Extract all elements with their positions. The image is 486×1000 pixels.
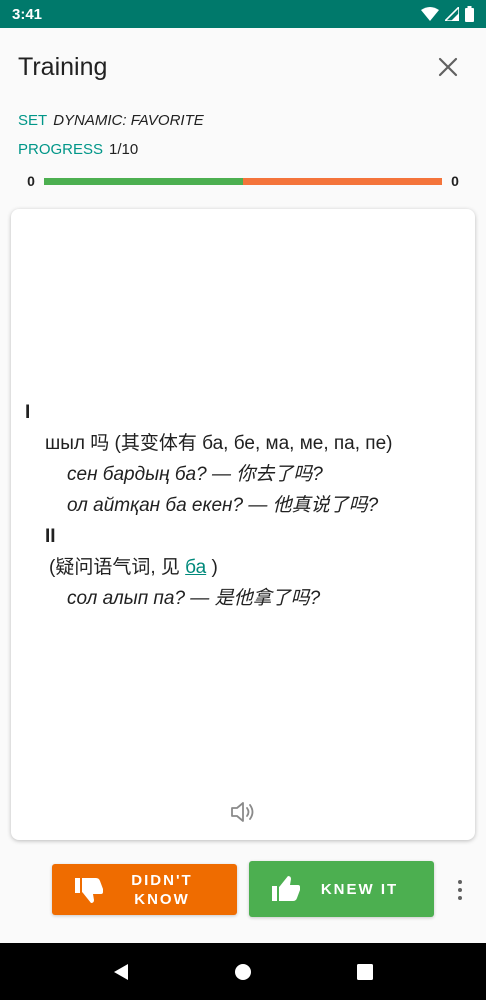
set-label: SET bbox=[18, 112, 48, 129]
cross-reference-link[interactable]: ба bbox=[185, 557, 206, 578]
sense-marker: II bbox=[45, 526, 56, 547]
progress-unknown-segment bbox=[243, 177, 442, 185]
progress-row: PROGRESS 1/10 bbox=[18, 141, 138, 158]
set-value: DYNAMIC: FAVORITE bbox=[53, 112, 204, 129]
app-bar: Training bbox=[0, 28, 486, 106]
close-icon bbox=[438, 57, 458, 77]
knew-it-button[interactable]: KNEW IT bbox=[249, 861, 434, 917]
battery-icon bbox=[465, 6, 474, 22]
sense-marker: I bbox=[25, 402, 31, 423]
recents-icon bbox=[357, 963, 373, 980]
wifi-icon bbox=[421, 7, 439, 21]
page-title: Training bbox=[18, 52, 108, 81]
known-count: 0 bbox=[27, 173, 35, 189]
dictionary-entry: I шыл 吗 (其变体有 ба, бе, ма, ме, па, пе) се… bbox=[25, 397, 465, 614]
speaker-icon[interactable] bbox=[229, 799, 257, 825]
more-vert-dot bbox=[458, 888, 462, 892]
flashcard: I шыл 吗 (其变体有 ба, бе, ма, ме, па, пе) се… bbox=[11, 209, 475, 840]
knew-it-label: KNEW IT bbox=[320, 880, 399, 898]
progress-value: 1/10 bbox=[109, 141, 139, 158]
progress-bar: 0 0 bbox=[22, 172, 464, 190]
progress-known-segment bbox=[44, 177, 243, 185]
definition-text: (疑问语气词, 见 bbox=[49, 557, 186, 578]
set-row: SET DYNAMIC: FAVORITE bbox=[18, 112, 204, 129]
unknown-count: 0 bbox=[451, 173, 459, 189]
recents-button[interactable] bbox=[345, 952, 385, 992]
thumbs-up-icon bbox=[272, 876, 300, 901]
system-nav-bar bbox=[0, 943, 486, 1000]
thumbs-down-icon bbox=[75, 877, 103, 903]
status-icons bbox=[421, 6, 474, 22]
home-button[interactable] bbox=[223, 952, 263, 992]
progress-label: PROGRESS bbox=[18, 141, 104, 158]
back-icon bbox=[114, 963, 128, 980]
more-vert-dot bbox=[458, 896, 462, 900]
home-icon bbox=[235, 963, 251, 980]
status-time: 3:41 bbox=[12, 5, 43, 23]
example-sentence: ол айтқан ба екен? — 他真说了吗? bbox=[67, 495, 379, 516]
signal-icon bbox=[445, 7, 459, 21]
training-screen: 3:41 Training SET DYNAMIC: FAVORITE PROG… bbox=[0, 0, 486, 1000]
more-vert-icon bbox=[458, 880, 462, 884]
progress-track bbox=[44, 177, 442, 185]
status-bar: 3:41 bbox=[0, 0, 486, 28]
definition-text: ) bbox=[206, 557, 218, 578]
close-button[interactable] bbox=[428, 47, 468, 87]
more-options-button[interactable] bbox=[450, 876, 470, 904]
example-sentence: сен бардың ба? — 你去了吗? bbox=[67, 464, 323, 485]
example-sentence: сол алып па? — 是他拿了吗? bbox=[67, 588, 321, 609]
back-button[interactable] bbox=[101, 952, 141, 992]
didnt-know-label: DIDN'T KNOW bbox=[131, 871, 193, 908]
sense-definition: шыл 吗 (其变体有 ба, бе, ма, ме, па, пе) bbox=[45, 433, 393, 454]
didnt-know-button[interactable]: DIDN'T KNOW bbox=[52, 864, 237, 915]
sense-definition: (疑问语气词, 见 ба ) bbox=[25, 552, 465, 583]
